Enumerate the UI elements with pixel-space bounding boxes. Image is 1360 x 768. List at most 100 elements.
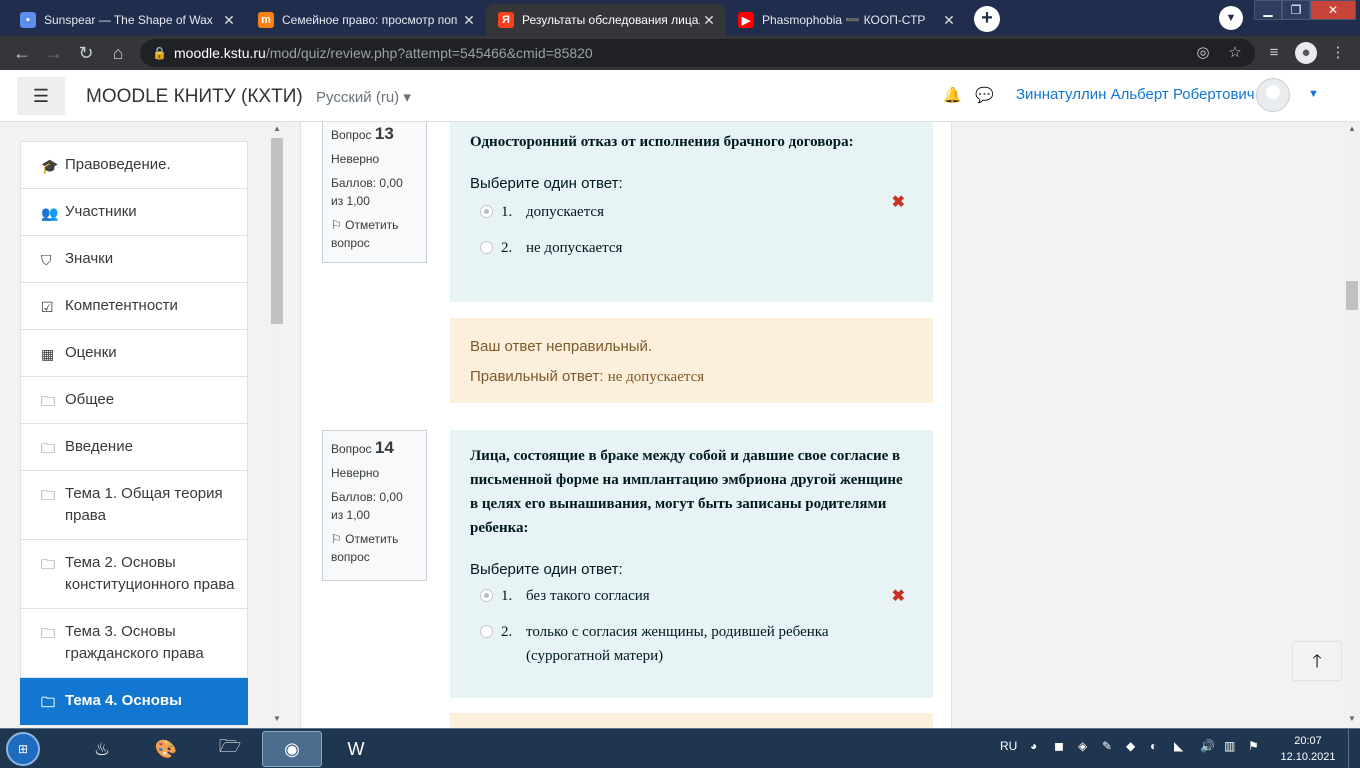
input-language[interactable]: RU (1000, 739, 1017, 753)
close-icon[interactable]: ✕ (220, 12, 238, 29)
option-number: 1. (501, 588, 513, 604)
tray-app-icon[interactable]: ◈ (1078, 739, 1087, 753)
flag-question-link[interactable]: ⚐ Отметить вопрос (331, 530, 418, 566)
menu-dots-icon[interactable]: ⋮ (1327, 42, 1349, 64)
back-to-top-button[interactable]: 🡑 (1293, 642, 1341, 680)
profile-icon[interactable]: ● (1295, 42, 1317, 64)
sidebar-item-course[interactable]: 🎓 Правоведение. (20, 141, 248, 189)
url-bar[interactable]: 🔒 moodle.kstu.ru/mod/quiz/review.php?att… (140, 39, 1255, 67)
sidebar-item-label: Введение (65, 438, 133, 455)
maximize-button[interactable]: ❐ (1282, 0, 1310, 20)
sidebar-item-intro[interactable]: 🗀 Введение (20, 424, 248, 471)
site-name-link[interactable]: MOODLE КНИТУ (КХТИ) (86, 86, 303, 108)
nvidia-icon[interactable]: ◣ (1174, 739, 1183, 753)
browser-tab-2[interactable]: m Семейное право: просмотр поп ✕ (246, 4, 486, 36)
start-button[interactable]: ⊞ (6, 732, 40, 766)
forward-arrow-icon[interactable]: → (42, 41, 66, 65)
sidebar-item-topic-1[interactable]: 🗀 Тема 1. Общая теория права (20, 471, 248, 540)
chrome-icon[interactable]: ◉ (262, 731, 322, 767)
sidebar-item-participants[interactable]: 👥 Участники (20, 189, 248, 236)
sidebar-item-label: Тема 1. Общая теория права (65, 485, 223, 524)
tray-app-icon[interactable]: ◐ (1150, 739, 1157, 753)
answer-option: 1. без такого согласия (470, 584, 913, 608)
scroll-down-icon[interactable]: ▼ (270, 712, 284, 726)
paint-icon[interactable]: 🎨 (136, 731, 196, 767)
tray-app-icon[interactable]: ◼ (1054, 739, 1064, 753)
language-menu[interactable]: Русский (ru) ▾ (316, 88, 411, 106)
radio-button[interactable] (480, 241, 493, 254)
feedback-correct-answer: Правильный ответ: не допускается (470, 362, 913, 392)
hamburger-menu-button[interactable]: ☰ (17, 77, 65, 115)
caret-down-icon[interactable]: ▼ (1308, 88, 1319, 100)
avatar[interactable] (1256, 78, 1290, 112)
home-icon[interactable]: ⌂ (106, 41, 130, 65)
sidebar-item-topic-3[interactable]: 🗀 Тема 3. Основы гражданского права (20, 609, 248, 678)
drawer-scrollbar[interactable]: ▲ ▼ (270, 122, 284, 728)
sidebar-item-label: Компетентности (65, 297, 178, 314)
question-info-13: Вопрос 13 Неверно Баллов: 0,00 из 1,00 ⚐… (322, 122, 427, 263)
moodle-icon: m (258, 12, 274, 28)
radio-button[interactable] (480, 205, 493, 218)
youtube-icon: ▶ (738, 12, 754, 28)
notification-flag-icon[interactable]: ⚑ (1248, 739, 1259, 753)
word-icon[interactable]: W (326, 731, 386, 767)
tab-search-icon[interactable]: ▼ (1219, 6, 1243, 30)
show-desktop-button[interactable] (1348, 729, 1360, 768)
steam-icon[interactable]: ♨ (72, 731, 132, 767)
radio-button[interactable] (480, 625, 493, 638)
taskbar-clock[interactable]: 20:07 12.10.2021 (1278, 733, 1338, 765)
sidebar-item-grades[interactable]: ▦ Оценки (20, 330, 248, 377)
question-state: Неверно (331, 466, 380, 480)
drawer-scroll-thumb[interactable] (271, 138, 283, 324)
question-content-14: Лица, состоящие в браке между собой и да… (450, 430, 933, 698)
browser-tab-4[interactable]: ▶ Phasmophobia ➖ КООП-СТР ✕ (726, 4, 966, 36)
star-icon[interactable]: ☆ (1224, 42, 1246, 64)
page-scroll-thumb[interactable] (1346, 281, 1358, 310)
file-explorer-icon[interactable]: 🗁 (200, 731, 260, 767)
sidebar-item-general[interactable]: 🗀 Общее (20, 377, 248, 424)
network-icon[interactable]: ▥ (1224, 739, 1235, 753)
eye-slash-icon[interactable]: ◎ (1192, 42, 1214, 64)
scroll-up-icon[interactable]: ▲ (270, 122, 284, 136)
sidebar-item-competencies[interactable]: ☑ Компетентности (20, 283, 248, 330)
browser-tab-3[interactable]: Я Результаты обследования лица, ✕ (486, 4, 726, 36)
tab-title: Phasmophobia ➖ КООП-СТР (762, 13, 926, 27)
close-icon[interactable]: ✕ (460, 12, 478, 29)
scroll-up-icon[interactable]: ▲ (1345, 122, 1359, 136)
question-score: Баллов: 0,00 из 1,00 (331, 490, 403, 522)
user-name[interactable]: Зиннатуллин Альберт Робертович (1016, 86, 1255, 103)
page-scrollbar[interactable]: ▲ ▼ (1344, 122, 1360, 728)
browser-tab-1[interactable]: ▪ Sunspear — The Shape of Wax ✕ (8, 4, 246, 36)
question-number-value: 13 (374, 124, 394, 143)
sidebar-item-label: Тема 4. Основы (65, 692, 182, 709)
new-tab-button[interactable]: + (974, 6, 1000, 32)
sidebar-item-topic-2[interactable]: 🗀 Тема 2. Основы конституционного права (20, 540, 248, 609)
flag-icon: ⚐ (331, 218, 342, 232)
folder-icon: 🗀 (41, 440, 55, 456)
option-text: не допускается (526, 240, 623, 256)
sidebar-item-topic-4[interactable]: 🗀 Тема 4. Основы (20, 678, 248, 725)
feedback-incorrect: Ваш ответ неправильный. (470, 338, 653, 355)
sidebar-item-badges[interactable]: ⛉ Значки (20, 236, 248, 283)
option-text: без такого согласия (526, 588, 650, 604)
flag-question-link[interactable]: ⚐ Отметить вопрос (331, 216, 418, 252)
window-close-button[interactable]: ✕ (1310, 0, 1356, 20)
radio-button[interactable] (480, 589, 493, 602)
reload-icon[interactable]: ↻ (74, 41, 98, 65)
close-icon[interactable]: ✕ (940, 12, 958, 29)
reading-list-icon[interactable]: ≡ (1263, 42, 1285, 64)
question-label: Вопрос (331, 128, 372, 142)
minimize-button[interactable]: ▁ (1254, 0, 1282, 20)
close-icon[interactable]: ✕ (700, 12, 718, 29)
volume-icon[interactable]: 🔊 (1200, 739, 1215, 753)
shield-icon: ⛉ (41, 252, 52, 268)
tray-app-icon[interactable]: ◆ (1126, 739, 1135, 753)
windows-taskbar: ⊞ ♨ 🎨 🗁 ◉ W RU ◕ ◼ ◈ ✎ ◆ ◐ ◣ 🔊 ▥ ⚑ 20:07… (0, 728, 1360, 768)
tray-app-icon[interactable]: ✎ (1102, 739, 1112, 753)
question-number-value: 14 (374, 438, 394, 457)
tray-app-icon[interactable]: ◕ (1030, 739, 1037, 753)
messages-icon[interactable]: 💬 (975, 86, 994, 104)
bell-icon[interactable]: 🔔 (943, 86, 962, 104)
back-arrow-icon[interactable]: ← (10, 41, 34, 65)
scroll-down-icon[interactable]: ▼ (1345, 712, 1359, 726)
